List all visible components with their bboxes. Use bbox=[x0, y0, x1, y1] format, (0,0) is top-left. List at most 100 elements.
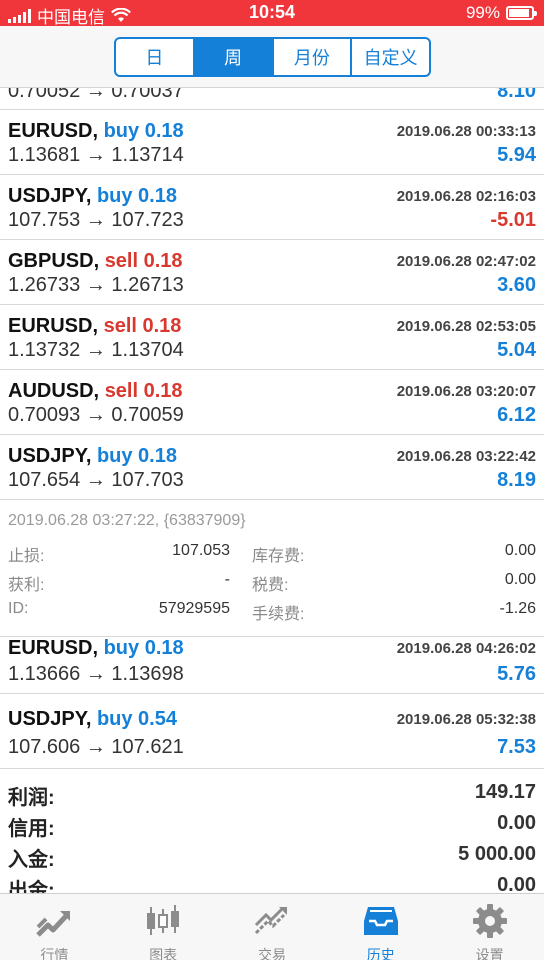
detail-value: 107.053 bbox=[172, 542, 230, 559]
trade-row[interactable]: USDJPY, buy 0.18 2019.06.28 02:16:03 107… bbox=[0, 175, 544, 240]
summary-label: 信用: bbox=[8, 818, 55, 840]
trade-profit: 5.76 bbox=[497, 663, 536, 685]
summary-label: 出金: bbox=[8, 880, 55, 894]
tab-chart[interactable]: 图表 bbox=[109, 894, 218, 960]
trade-symbol-line: GBPUSD, sell 0.18 bbox=[8, 250, 183, 273]
summary-label: 入金: bbox=[8, 849, 55, 871]
trade-symbol-line: USDJPY, buy 0.54 bbox=[8, 708, 177, 731]
trade-row-expanded[interactable]: USDJPY, buy 0.18 2019.06.28 03:22:42 107… bbox=[0, 435, 544, 500]
trade-profit: 7.53 bbox=[497, 736, 536, 758]
trade-side: sell 0.18 bbox=[104, 380, 183, 402]
trade-date: 2019.06.28 02:53:05 bbox=[396, 318, 536, 335]
tab-label: 图表 bbox=[149, 947, 178, 960]
detail-value: -1.26 bbox=[499, 600, 536, 617]
summary-label: 利润: bbox=[8, 787, 55, 809]
summary-value: 0.00 bbox=[497, 874, 536, 894]
quotes-icon bbox=[36, 911, 71, 937]
summary-value: 5 000.00 bbox=[458, 843, 536, 865]
trade-side: buy 0.18 bbox=[96, 185, 177, 207]
app-screen: 中国电信 10:54 99% 日 周 月份 自定义 0.70052 → 0.70… bbox=[0, 0, 544, 960]
tab-trade[interactable]: 交易 bbox=[218, 894, 327, 960]
tab-label: 行情 bbox=[40, 947, 69, 960]
segment-week[interactable]: 周 bbox=[194, 39, 274, 75]
trade-prices: 1.13666 → 1.13698 bbox=[8, 663, 184, 685]
trade-prices: 1.13732 → 1.13704 bbox=[8, 339, 184, 361]
trade-date: 2019.06.28 05:32:38 bbox=[396, 711, 536, 728]
detail-value: 57929595 bbox=[158, 600, 230, 617]
trade-profit: 3.60 bbox=[497, 274, 536, 296]
trade-date: 2019.06.28 03:20:07 bbox=[396, 383, 536, 400]
trade-prices: 107.654 → 107.703 bbox=[8, 469, 184, 491]
detail-label: 库存费: bbox=[252, 548, 305, 565]
detail-label: 税费: bbox=[252, 577, 289, 594]
trade-prices: 107.606 → 107.621 bbox=[8, 736, 184, 758]
summary-row-credit: 信用: 0.00 bbox=[0, 810, 544, 841]
detail-value: - bbox=[224, 571, 230, 588]
trade-prices: 0.70052 → 0.70037 bbox=[8, 88, 184, 102]
summary-section: 利润: 149.17 信用: 0.00 入金: 5 000.00 出金: 0.0… bbox=[0, 769, 544, 894]
summary-value: 0.00 bbox=[497, 812, 536, 834]
summary-row-deposit: 入金: 5 000.00 bbox=[0, 841, 544, 872]
trade-profit: 5.04 bbox=[497, 339, 536, 361]
tab-label: 设置 bbox=[475, 947, 504, 960]
trade-prices: 0.70093 → 0.70059 bbox=[8, 404, 184, 426]
trade-row[interactable]: EURUSD, buy 0.18 2019.06.28 00:33:13 1.1… bbox=[0, 110, 544, 175]
summary-row-profit: 利润: 149.17 bbox=[0, 779, 544, 810]
trade-symbol-line: USDJPY, buy 0.18 bbox=[8, 185, 177, 208]
status-bar: 中国电信 10:54 99% bbox=[0, 0, 544, 27]
trade-date: 2019.06.28 00:33:13 bbox=[396, 123, 536, 140]
trade-row[interactable]: EURUSD, sell 0.18 2019.06.28 02:53:05 1.… bbox=[0, 305, 544, 370]
bottom-tab-bar: 行情 图表 交易 历史 设置 bbox=[0, 893, 544, 960]
trade-side: sell 0.18 bbox=[104, 250, 183, 272]
trade-symbol: AUDUSD, bbox=[8, 380, 100, 402]
detail-label: ID: bbox=[8, 600, 29, 617]
trade-prices: 1.26733 → 1.26713 bbox=[8, 274, 184, 296]
detail-row: ID: 57929595 手续费: -1.26 bbox=[8, 600, 536, 623]
tab-label: 交易 bbox=[257, 947, 286, 960]
trade-date: 2019.06.28 03:22:42 bbox=[396, 448, 536, 465]
summary-row-withdrawal: 出金: 0.00 bbox=[0, 872, 544, 894]
tab-quotes[interactable]: 行情 bbox=[0, 894, 109, 960]
trade-side: buy 0.54 bbox=[96, 708, 177, 730]
period-segmented-control: 日 周 月份 自定义 bbox=[114, 37, 431, 77]
history-icon bbox=[363, 907, 398, 935]
trade-prices: 107.753 → 107.723 bbox=[8, 209, 184, 231]
segment-day[interactable]: 日 bbox=[116, 39, 195, 75]
trade-side: sell 0.18 bbox=[103, 315, 182, 337]
trade-date: 2019.06.28 02:47:02 bbox=[396, 253, 536, 270]
tab-settings[interactable]: 设置 bbox=[435, 894, 544, 960]
trade-profit: 8.19 bbox=[497, 469, 536, 491]
trade-row[interactable]: USDJPY, buy 0.54 2019.06.28 05:32:38 107… bbox=[0, 694, 544, 769]
trade-side: buy 0.18 bbox=[103, 120, 184, 142]
trade-row-partial[interactable]: 0.70052 → 0.70037 8.10 bbox=[0, 88, 544, 110]
trade-side: buy 0.18 bbox=[96, 445, 177, 467]
trade-prices: 1.13681 → 1.13714 bbox=[8, 144, 184, 166]
history-list[interactable]: 0.70052 → 0.70037 8.10 EURUSD, buy 0.18 … bbox=[0, 88, 544, 894]
trade-profit: 6.12 bbox=[497, 404, 536, 426]
trade-profit: -5.01 bbox=[490, 209, 536, 231]
trade-detail-panel: 2019.06.28 03:27:22, {63837909} 止损: 107.… bbox=[0, 500, 544, 637]
trade-symbol-line: AUDUSD, sell 0.18 bbox=[8, 380, 183, 403]
chart-icon bbox=[147, 905, 180, 935]
detail-label: 手续费: bbox=[252, 606, 305, 623]
trade-symbol: GBPUSD, bbox=[8, 250, 100, 272]
trade-symbol-line: EURUSD, sell 0.18 bbox=[8, 315, 181, 338]
trade-row[interactable]: EURUSD, buy 0.18 2019.06.28 04:26:02 1.1… bbox=[0, 637, 544, 694]
trade-profit: 8.10 bbox=[497, 88, 536, 102]
trade-symbol: EURUSD, bbox=[8, 637, 99, 659]
trade-symbol: USDJPY, bbox=[8, 708, 92, 730]
tab-history[interactable]: 历史 bbox=[326, 894, 435, 960]
segment-month[interactable]: 月份 bbox=[274, 39, 353, 75]
trade-row[interactable]: AUDUSD, sell 0.18 2019.06.28 03:20:07 0.… bbox=[0, 370, 544, 435]
trade-symbol-line: EURUSD, buy 0.18 bbox=[8, 637, 184, 660]
detail-row: 止损: 107.053 库存费: 0.00 bbox=[8, 542, 536, 565]
settings-icon bbox=[472, 904, 507, 938]
trade-symbol: USDJPY, bbox=[8, 445, 92, 467]
segment-custom[interactable]: 自定义 bbox=[352, 39, 429, 75]
detail-row: 获利: - 税费: 0.00 bbox=[8, 571, 536, 594]
trade-symbol-line: USDJPY, buy 0.18 bbox=[8, 445, 177, 468]
trade-row[interactable]: GBPUSD, sell 0.18 2019.06.28 02:47:02 1.… bbox=[0, 240, 544, 305]
detail-value: 0.00 bbox=[504, 571, 536, 588]
battery-percent: 99% bbox=[465, 3, 500, 22]
trade-symbol-line: EURUSD, buy 0.18 bbox=[8, 120, 184, 143]
